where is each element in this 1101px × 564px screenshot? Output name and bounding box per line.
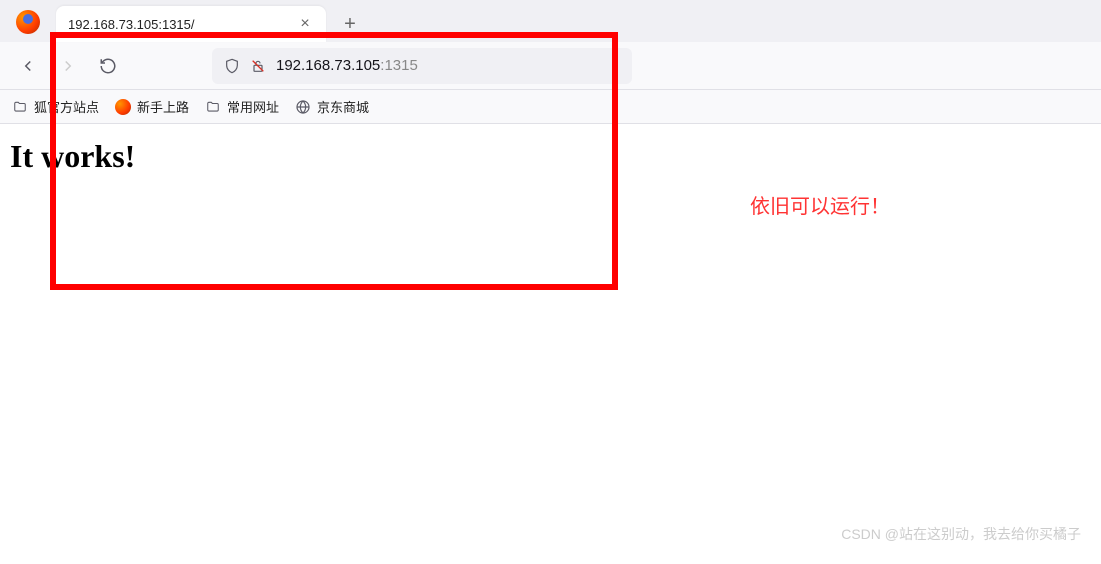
page-heading: It works! (10, 138, 1091, 175)
bookmarks-bar: 狐官方站点 新手上路 常用网址 京东商城 (0, 90, 1101, 124)
bookmark-label: 狐官方站点 (34, 97, 99, 116)
bookmark-fox-official[interactable]: 狐官方站点 (12, 97, 99, 116)
bookmark-label: 常用网址 (227, 97, 279, 116)
watermark-text: CSDN @站在这别动，我去给你买橘子 (841, 524, 1081, 544)
browser-tab[interactable]: 192.168.73.105:1315/ × (56, 6, 326, 42)
back-button[interactable] (12, 50, 44, 82)
bookmark-common-sites[interactable]: 常用网址 (205, 97, 279, 116)
url-port: :1315 (380, 57, 418, 74)
page-content: It works! (0, 124, 1101, 189)
tab-bar: 192.168.73.105:1315/ × + (0, 0, 1101, 42)
tab-title: 192.168.73.105:1315/ (68, 17, 296, 32)
bookmark-jd[interactable]: 京东商城 (295, 97, 369, 116)
shield-icon (224, 58, 240, 74)
address-bar[interactable]: 192.168.73.105:1315 (212, 48, 632, 84)
reload-button[interactable] (92, 50, 124, 82)
bookmark-label: 京东商城 (317, 97, 369, 116)
firefox-mini-icon (115, 99, 131, 115)
firefox-logo-icon (16, 10, 40, 34)
new-tab-button[interactable]: + (334, 8, 366, 40)
bookmark-label: 新手上路 (137, 97, 189, 116)
toolbar: 192.168.73.105:1315 (0, 42, 1101, 90)
url-host: 192.168.73.105 (276, 57, 380, 74)
lock-insecure-icon (250, 58, 266, 74)
globe-icon (295, 99, 311, 115)
folder-icon (205, 99, 221, 115)
forward-button[interactable] (52, 50, 84, 82)
bookmark-getting-started[interactable]: 新手上路 (115, 97, 189, 116)
annotation-text: 依旧可以运行！ (750, 190, 890, 219)
url-text: 192.168.73.105:1315 (276, 57, 418, 74)
folder-icon (12, 99, 28, 115)
close-tab-icon[interactable]: × (296, 15, 314, 33)
